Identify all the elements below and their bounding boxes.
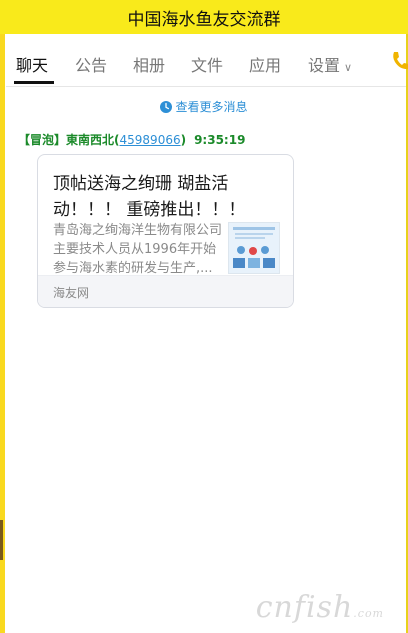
watermark-suffix: .com (353, 607, 384, 620)
card-footer: 海友网 (38, 275, 293, 307)
load-more-messages-link[interactable]: 查看更多消息 (0, 98, 408, 115)
tab-album[interactable]: 相册 (133, 52, 165, 76)
card-description: 青岛海之绚海洋生物有限公司主要技术人员从1996年开始参与海水素的研发与生产,.… (53, 223, 223, 276)
message-sender-line: 【冒泡】東南西北(45989066) 9:35:19 (18, 131, 245, 148)
phone-icon[interactable] (390, 50, 408, 72)
tab-settings-label: 设置 (308, 56, 341, 75)
title-bar: 中国海水鱼友交流群 (0, 0, 408, 34)
message-timestamp: 9:35:19 (194, 133, 246, 147)
tab-apps[interactable]: 应用 (249, 52, 281, 76)
sender-name[interactable]: 東南西北 (66, 133, 114, 147)
clock-icon (160, 101, 173, 113)
tab-settings[interactable]: 设置 ∨ (308, 52, 352, 76)
tab-chat[interactable]: 聊天 (16, 52, 48, 76)
thumbnail-image-icon (229, 223, 279, 273)
active-tab-indicator (14, 81, 54, 84)
tab-announcement[interactable]: 公告 (75, 52, 107, 76)
card-source: 海友网 (53, 286, 90, 300)
shared-link-card[interactable]: 顶帖送海之绚珊 瑚盐活动！！！ 重磅推出！！！ 青岛海之绚海洋生物有限公司主要技… (37, 154, 294, 308)
load-more-label: 查看更多消息 (175, 100, 248, 114)
watermark-brand: cnfish (255, 590, 354, 625)
window-edge-shadow (0, 520, 3, 560)
qq-close-paren: ) (180, 133, 187, 147)
card-thumbnail (228, 222, 280, 274)
tab-bar: 聊天 公告 相册 文件 应用 设置 ∨ (6, 34, 408, 87)
tab-files[interactable]: 文件 (191, 52, 223, 76)
site-watermark: cnfish.com (256, 590, 384, 625)
chevron-down-icon: ∨ (344, 61, 353, 74)
sender-qq-link[interactable]: 45989066 (120, 133, 181, 147)
card-title: 顶帖送海之绚珊 瑚盐活动！！！ 重磅推出！！！ (53, 174, 246, 220)
window-title: 中国海水鱼友交流群 (127, 9, 281, 30)
sender-tag: 【冒泡】 (18, 133, 67, 147)
